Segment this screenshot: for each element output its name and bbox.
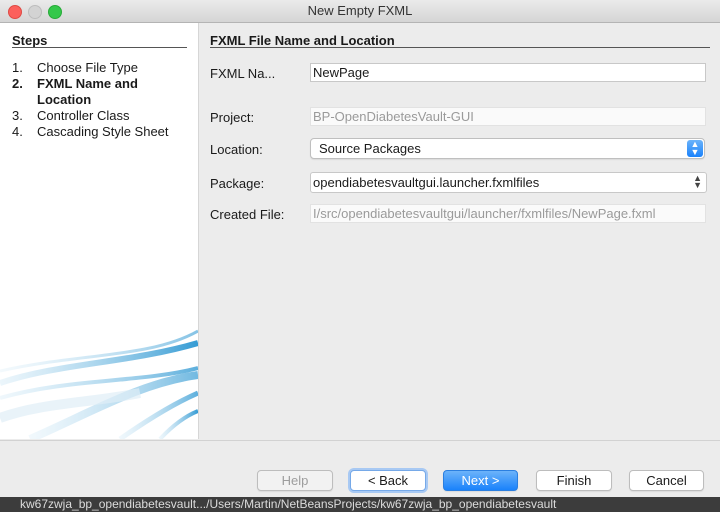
- step-item: 1. Choose File Type: [12, 60, 192, 76]
- step-label: Cascading Style Sheet: [37, 124, 169, 139]
- background-taskbar: kw67zwja_bp_opendiabetesvault.../Users/M…: [0, 497, 720, 512]
- step-label: Controller Class: [37, 108, 130, 123]
- main-panel: FXML File Name and Location FXML Na... N…: [199, 23, 720, 439]
- back-button[interactable]: < Back: [350, 470, 426, 491]
- panel-divider: [210, 47, 710, 48]
- window-title: New Empty FXML: [307, 3, 413, 18]
- dropdown-arrow-icon: ▲ ▼: [687, 140, 703, 157]
- location-label: Location:: [210, 142, 263, 157]
- steps-panel: Steps 1. Choose File Type 2. FXML Name a…: [0, 23, 199, 439]
- step-label: Choose File Type: [37, 60, 138, 75]
- package-combo[interactable]: opendiabetesvaultgui.launcher.fxmlfiles …: [310, 172, 707, 193]
- step-number: 4.: [12, 124, 23, 139]
- fxml-name-label: FXML Na...: [210, 66, 276, 81]
- footer-divider: [0, 440, 720, 441]
- step-number: 3.: [12, 108, 23, 123]
- step-item: 4. Cascading Style Sheet: [12, 124, 192, 140]
- step-item-active: 2. FXML Name and Location: [12, 76, 192, 108]
- taskbar-text: kw67zwja_bp_opendiabetesvault.../Users/M…: [20, 497, 557, 511]
- created-file-label: Created File:: [210, 207, 285, 222]
- steps-heading: Steps: [12, 33, 48, 48]
- fxml-name-input[interactable]: NewPage: [310, 63, 706, 82]
- package-value: opendiabetesvaultgui.launcher.fxmlfiles: [313, 175, 540, 190]
- step-item: 3. Controller Class: [12, 108, 192, 124]
- help-button[interactable]: Help: [257, 470, 333, 491]
- steps-list: 1. Choose File Type 2. FXML Name and Loc…: [12, 60, 192, 140]
- step-number: 1.: [12, 60, 23, 75]
- created-file-field: I/src/opendiabetesvaultgui/launcher/fxml…: [310, 204, 706, 223]
- project-label: Project:: [210, 110, 255, 125]
- finish-button[interactable]: Finish: [536, 470, 612, 491]
- steps-divider: [12, 47, 187, 48]
- package-label: Package:: [210, 176, 265, 191]
- combo-arrow-icon[interactable]: ▲ ▼: [693, 174, 702, 190]
- project-field: BP-OpenDiabetesVault-GUI: [310, 107, 706, 126]
- step-number: 2.: [12, 76, 23, 91]
- location-select[interactable]: Source Packages ▲ ▼: [310, 138, 705, 159]
- panel-heading: FXML File Name and Location: [210, 33, 395, 48]
- cancel-button[interactable]: Cancel: [629, 470, 704, 491]
- next-button[interactable]: Next >: [443, 470, 518, 491]
- step-label: FXML Name and Location: [37, 76, 138, 107]
- location-value: Source Packages: [319, 141, 421, 156]
- window-titlebar: New Empty FXML: [0, 0, 720, 23]
- swirl-graphic: [0, 329, 198, 439]
